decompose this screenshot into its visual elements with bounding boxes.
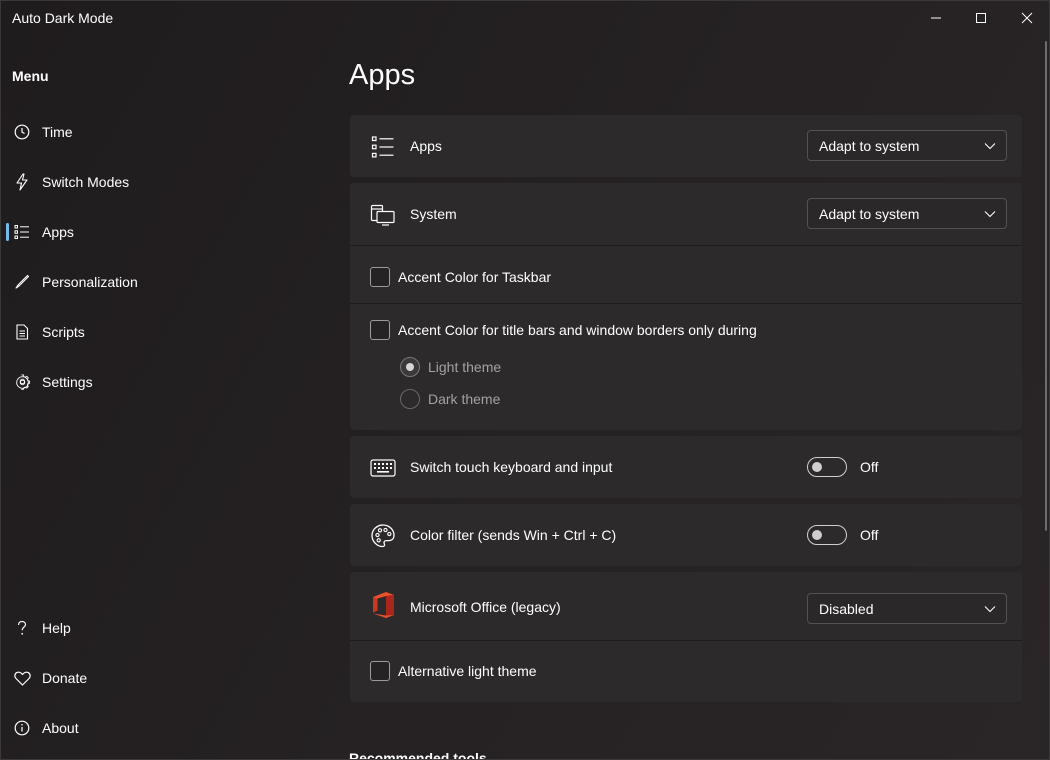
palette-icon xyxy=(370,523,396,549)
sidebar-item-donate[interactable]: Donate xyxy=(5,660,325,696)
app-window: Auto Dark Mode Menu Time Switch Modes Ap… xyxy=(0,0,1050,760)
sidebar-item-label: Personalization xyxy=(42,274,138,290)
sidebar-item-label: Scripts xyxy=(42,324,85,340)
sidebar-item-label: About xyxy=(42,720,79,736)
office-logo-icon xyxy=(370,592,396,618)
close-button[interactable] xyxy=(1004,1,1049,35)
office-card: Microsoft Office (legacy) Disabled Alter… xyxy=(350,572,1022,702)
chevron-down-icon xyxy=(984,143,996,150)
alt-light-theme-label: Alternative light theme xyxy=(398,663,537,679)
maximize-icon xyxy=(976,13,986,23)
dropdown-value: Disabled xyxy=(819,601,874,617)
divider xyxy=(350,245,1022,246)
system-monitor-icon xyxy=(370,202,396,228)
sidebar-item-personalization[interactable]: Personalization xyxy=(5,264,325,300)
office-label: Microsoft Office (legacy) xyxy=(410,599,561,615)
question-icon xyxy=(13,619,31,637)
sidebar-item-about[interactable]: About xyxy=(5,710,325,746)
touch-keyboard-label: Switch touch keyboard and input xyxy=(410,459,613,475)
clock-icon xyxy=(13,123,31,141)
accent-titlebars-label: Accent Color for title bars and window b… xyxy=(398,322,757,338)
sidebar-item-scripts[interactable]: Scripts xyxy=(5,314,325,350)
color-filter-card: Color filter (sends Win + Ctrl + C) Off xyxy=(350,504,1022,566)
dark-theme-radio[interactable] xyxy=(400,389,420,409)
alt-light-theme-checkbox[interactable] xyxy=(370,661,390,681)
sidebar-item-label: Help xyxy=(42,620,71,636)
lightning-icon xyxy=(13,173,31,191)
minimize-button[interactable] xyxy=(913,1,959,35)
dark-theme-label: Dark theme xyxy=(428,391,501,407)
toggle-knob xyxy=(812,462,822,472)
office-dropdown[interactable]: Disabled xyxy=(807,593,1007,624)
scrollbar[interactable] xyxy=(1045,41,1047,531)
divider xyxy=(350,303,1022,304)
minimize-icon xyxy=(931,17,941,19)
chevron-down-icon xyxy=(984,211,996,218)
apps-theme-label: Apps xyxy=(410,138,442,154)
keyboard-icon xyxy=(370,455,396,481)
color-filter-toggle[interactable] xyxy=(807,525,847,545)
active-indicator xyxy=(6,223,9,241)
recommended-tools-heading: Recommended tools xyxy=(349,750,487,760)
color-filter-label: Color filter (sends Win + Ctrl + C) xyxy=(410,527,617,543)
accent-titlebars-checkbox[interactable] xyxy=(370,320,390,340)
system-theme-label: System xyxy=(410,206,457,222)
apps-theme-dropdown[interactable]: Adapt to system xyxy=(807,130,1007,161)
sidebar-item-help[interactable]: Help xyxy=(5,610,325,646)
system-theme-dropdown[interactable]: Adapt to system xyxy=(807,198,1007,229)
sidebar-item-time[interactable]: Time xyxy=(5,114,325,150)
heart-icon xyxy=(13,669,31,687)
maximize-button[interactable] xyxy=(958,1,1004,35)
pen-icon xyxy=(13,273,31,291)
title-bar: Auto Dark Mode xyxy=(1,1,1049,35)
sidebar-item-switch-modes[interactable]: Switch Modes xyxy=(5,164,325,200)
system-theme-card: System Adapt to system Accent Color for … xyxy=(350,183,1022,430)
sidebar-item-label: Donate xyxy=(42,670,88,686)
apps-theme-card: Apps Adapt to system xyxy=(350,115,1022,177)
accent-taskbar-label: Accent Color for Taskbar xyxy=(398,269,552,285)
touch-keyboard-toggle[interactable] xyxy=(807,457,847,477)
color-filter-state: Off xyxy=(860,527,879,543)
dropdown-value: Adapt to system xyxy=(819,138,920,154)
light-theme-label: Light theme xyxy=(428,359,502,375)
bulleted-list-icon xyxy=(370,134,396,160)
sidebar-item-apps[interactable]: Apps xyxy=(5,214,325,250)
dropdown-value: Adapt to system xyxy=(819,206,920,222)
touch-keyboard-card: Switch touch keyboard and input Off xyxy=(350,436,1022,498)
bulleted-list-icon xyxy=(13,223,31,241)
toggle-knob xyxy=(812,530,822,540)
info-icon xyxy=(13,719,31,737)
touch-keyboard-state: Off xyxy=(860,459,879,475)
light-theme-radio[interactable] xyxy=(400,357,420,377)
menu-label: Menu xyxy=(12,68,49,84)
sidebar-item-label: Time xyxy=(42,124,73,140)
accent-taskbar-checkbox[interactable] xyxy=(370,267,390,287)
sidebar-item-label: Apps xyxy=(42,224,74,240)
page-title: Apps xyxy=(349,59,416,91)
sidebar-item-label: Switch Modes xyxy=(42,174,130,190)
window-title: Auto Dark Mode xyxy=(12,10,114,26)
gear-icon xyxy=(13,373,31,391)
close-icon xyxy=(1021,12,1033,24)
sidebar-item-label: Settings xyxy=(42,374,93,390)
divider xyxy=(350,640,1022,641)
document-icon xyxy=(13,323,31,341)
chevron-down-icon xyxy=(984,606,996,613)
sidebar-item-settings[interactable]: Settings xyxy=(5,364,325,400)
